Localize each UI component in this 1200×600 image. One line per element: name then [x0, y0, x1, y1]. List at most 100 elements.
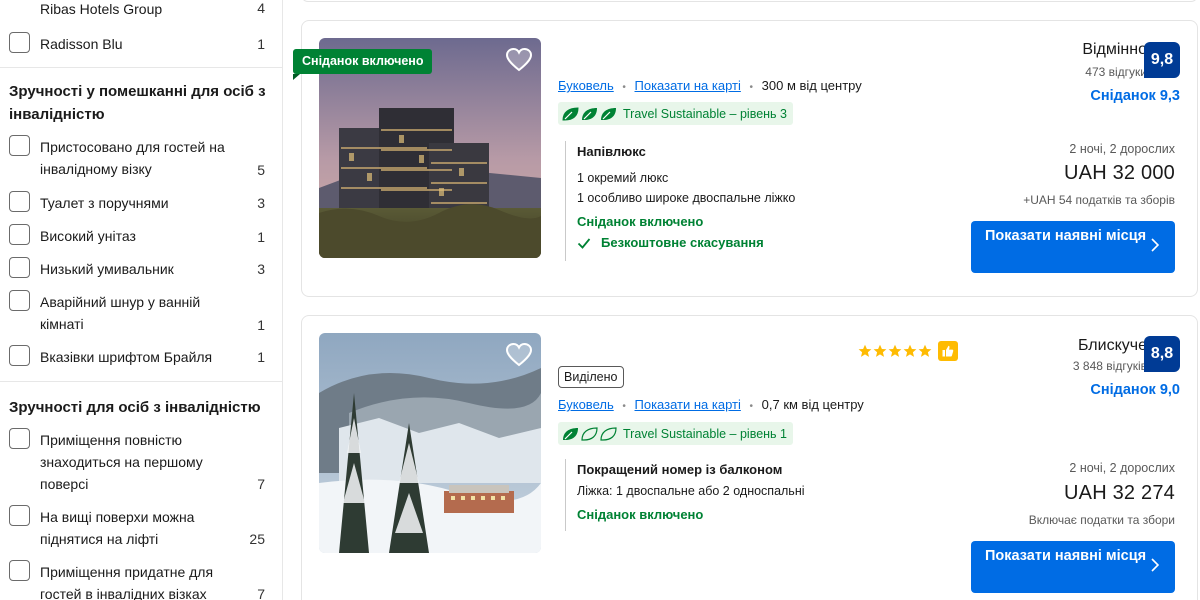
price: UAH 32 000 [1064, 162, 1175, 184]
location-link[interactable]: Буковель [558, 78, 614, 93]
leaf-outline-icon [600, 426, 617, 441]
filters-sidebar: Ribas Hotels Group 4 Radisson Blu 1 Зруч… [0, 0, 283, 600]
filter-label: Високий унітаз [40, 228, 136, 244]
see-availability-button[interactable]: Показати наявні місця [971, 221, 1175, 273]
checkbox[interactable] [9, 428, 30, 449]
previous-property-card [301, 0, 1198, 2]
star-icon [903, 344, 917, 357]
checkbox[interactable] [9, 345, 30, 366]
room-detail: 1 окремий люкс [577, 171, 669, 185]
leaf-icon [582, 107, 597, 120]
filter-count: 7 [257, 476, 265, 492]
chevron-right-icon [1151, 238, 1159, 252]
heart-icon[interactable] [505, 46, 533, 74]
filter-label: Аварійний шнур у ванній кімнаті [40, 294, 201, 332]
property-photo[interactable] [319, 333, 541, 553]
star-rating [858, 341, 958, 361]
location-line: Буковель • Показати на карті • 0,7 км ві… [558, 397, 864, 412]
sustainability-badge[interactable]: Travel Sustainable – рівень 3 [558, 102, 793, 125]
stay-info: 2 ночі, 2 дорослих [1069, 461, 1175, 475]
sustainability-label: Travel Sustainable – рівень 3 [623, 106, 787, 121]
leaf-outline-icon [581, 426, 598, 441]
property-card[interactable]: Виділено Буковель • Показати на карті • … [301, 315, 1198, 600]
filter-count: 7 [257, 586, 265, 600]
tax-note: +UAH 54 податків та зборів [1023, 193, 1175, 207]
leaf-icon [563, 427, 578, 440]
heart-icon[interactable] [505, 341, 533, 369]
breakfast-badge: Сніданок включено [293, 49, 433, 80]
featured-badge: Виділено [558, 366, 624, 388]
property-card[interactable]: Сніданок включено Буковель • Показати на… [293, 20, 1198, 297]
sustainability-label: Travel Sustainable – рівень 1 [623, 426, 787, 441]
breakfast-included-text: Сніданок включено [577, 507, 704, 522]
leaf-icon [601, 107, 616, 120]
checkmark-icon [577, 238, 591, 249]
room-info: Покращений номер із балконом Ліжка: 1 дв… [565, 459, 805, 531]
filter-label: Туалет з поручнями [40, 195, 169, 211]
button-label: Показати наявні місця [985, 228, 1147, 244]
distance-text: 300 м від центру [761, 78, 862, 93]
separator-dot: • [749, 401, 754, 412]
review-count: 473 відгуки [1085, 65, 1147, 79]
separator-dot: • [622, 401, 626, 412]
show-on-map-link[interactable]: Показати на карті [635, 78, 741, 93]
section-title-room-accessibility: Зручності у помешканні для осіб з інвалі… [9, 83, 266, 123]
filter-count: 25 [249, 531, 265, 547]
separator-dot: • [749, 82, 754, 93]
filter-count: 3 [257, 261, 265, 277]
filter-count: 1 [257, 36, 265, 52]
checkbox[interactable] [9, 290, 30, 311]
room-name: Покращений номер із балконом [577, 462, 783, 477]
free-cancellation: Безкоштовне скасування [577, 233, 795, 253]
filter-label: Вказівки шрифтом Брайля [40, 349, 213, 365]
filter-label: Radisson Blu [40, 36, 123, 52]
see-availability-button[interactable]: Показати наявні місця [971, 541, 1175, 593]
breakfast-included-text: Сніданок включено [577, 214, 704, 229]
thumbs-up-icon[interactable] [938, 341, 958, 361]
star-icon [918, 344, 932, 357]
room-detail: Ліжка: 1 двоспальне або 2 односпальні [577, 484, 805, 498]
star-icon [888, 344, 902, 357]
filter-label: Ribas Hotels Group [40, 1, 163, 17]
filter-count: 5 [257, 162, 265, 178]
show-on-map-link[interactable]: Показати на карті [635, 397, 741, 412]
filter-count: 1 [257, 349, 265, 365]
filter-label: Низький умивальник [40, 261, 174, 277]
checkbox[interactable] [9, 191, 30, 212]
section-divider [0, 381, 282, 382]
checkbox[interactable] [9, 32, 30, 53]
distance-text: 0,7 км від центру [761, 397, 864, 412]
review-count: 3 848 відгуків [1072, 359, 1147, 373]
chevron-right-icon [1151, 558, 1159, 572]
stay-info: 2 ночі, 2 дорослих [1069, 142, 1175, 156]
room-detail: 1 особливо широке двоспальне ліжко [577, 191, 796, 205]
separator-dot: • [622, 82, 626, 93]
checkbox[interactable] [9, 224, 30, 245]
checkbox[interactable] [9, 505, 30, 526]
filter-count: 4 [257, 0, 265, 16]
filter-label: Приміщення повністю знаходиться на першо… [40, 432, 203, 492]
room-name: Напівлюкс [577, 144, 646, 159]
location-line: Буковель • Показати на карті • 300 м від… [558, 78, 862, 93]
review-score[interactable]: 8,8 [1144, 336, 1180, 372]
filter-label: Приміщення придатне для гостей в інвалід… [40, 564, 214, 600]
review-word: Відмінно [1082, 41, 1147, 58]
star-icon [873, 344, 887, 357]
price: UAH 32 274 [1064, 482, 1175, 504]
review-score[interactable]: 9,8 [1144, 42, 1180, 78]
checkbox[interactable] [9, 135, 30, 156]
leaf-icon [562, 106, 579, 120]
free-cancellation-label: Безкоштовне скасування [601, 235, 764, 250]
section-title-accessibility: Зручності для осіб з інвалідністю [9, 399, 261, 416]
section-divider [0, 67, 282, 68]
review-word: Блискуче [1077, 337, 1147, 354]
checkbox[interactable] [9, 560, 30, 581]
filter-label: На вищі поверхи можна піднятися на ліфті [40, 509, 195, 547]
filter-count: 1 [257, 317, 265, 333]
location-link[interactable]: Буковель [558, 397, 614, 412]
button-label: Показати наявні місця [985, 548, 1147, 564]
checkbox[interactable] [9, 257, 30, 278]
sustainability-badge[interactable]: Travel Sustainable – рівень 1 [558, 422, 793, 445]
star-icon [858, 344, 872, 357]
filter-count: 3 [257, 195, 265, 211]
